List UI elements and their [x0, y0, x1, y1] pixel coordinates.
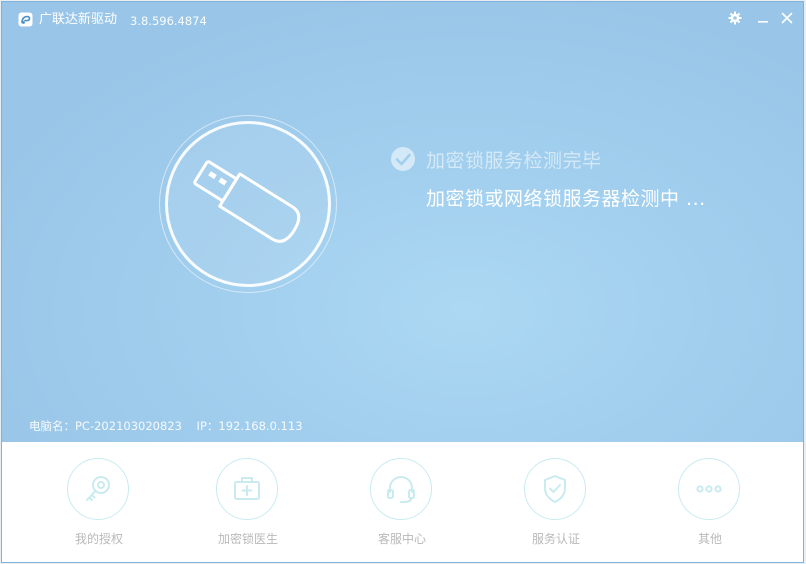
nav-item-lock-doctor[interactable]: 加密锁医生	[188, 456, 308, 556]
main-panel: 广联达新驱动 3.8.596.4874 加密锁服务检测完毕 加密锁或网络锁服务器…	[2, 2, 803, 442]
medical-kit-icon	[234, 477, 260, 500]
nav-label: 其他	[697, 532, 722, 546]
nav-item-service-center[interactable]: 客服中心	[342, 456, 462, 556]
check-circle-icon	[391, 147, 415, 171]
nav-icon-circle	[678, 458, 740, 520]
computer-name-label: 电脑名：	[29, 419, 75, 433]
headset-icon	[387, 476, 415, 503]
nav-icon-circle	[67, 458, 129, 520]
ip-label: IP：	[196, 419, 219, 433]
minimize-button[interactable]	[753, 8, 773, 28]
app-logo-icon	[18, 12, 33, 27]
nav-label: 我的授权	[74, 532, 123, 546]
status-current-text: 加密锁或网络锁服务器检测中 ...	[426, 188, 706, 210]
key-icon	[86, 476, 110, 501]
minimize-icon	[758, 21, 768, 23]
ip-value: 192.168.0.113	[218, 419, 303, 433]
nav-icon-circle	[524, 458, 586, 520]
nav-label: 服务认证	[531, 532, 580, 546]
app-title: 广联达新驱动	[39, 12, 118, 27]
status-done-text: 加密锁服务检测完毕	[426, 149, 602, 172]
close-icon	[781, 12, 793, 24]
gear-icon	[728, 11, 742, 25]
usb-key-icon	[193, 160, 301, 243]
title-bar[interactable]: 广联达新驱动 3.8.596.4874	[2, 2, 803, 38]
machine-info: 电脑名：PC-202103020823 IP：192.168.0.113	[29, 418, 303, 434]
computer-name-value: PC-202103020823	[75, 419, 182, 433]
nav-label: 加密锁医生	[217, 532, 278, 546]
more-icon	[696, 485, 722, 493]
app-version: 3.8.596.4874	[130, 14, 207, 28]
nav-icon-circle	[216, 458, 278, 520]
nav-item-other[interactable]: 其他	[650, 456, 770, 556]
nav-item-service-auth[interactable]: 服务认证	[496, 456, 616, 556]
nav-icon-circle	[370, 458, 432, 520]
shield-check-icon	[544, 475, 566, 503]
settings-button[interactable]	[725, 8, 745, 28]
status-done-row: 加密锁服务检测完毕	[390, 145, 602, 173]
nav-item-my-license[interactable]: 我的授权	[39, 456, 159, 556]
bottom-nav: 我的授权 加密锁医生 客服中心 服务认证 其他	[2, 442, 803, 562]
nav-label: 客服中心	[377, 532, 426, 546]
app-window: 广联达新驱动 3.8.596.4874 加密锁服务检测完毕 加密锁或网络锁服务器…	[1, 1, 804, 563]
close-button[interactable]	[777, 8, 797, 28]
